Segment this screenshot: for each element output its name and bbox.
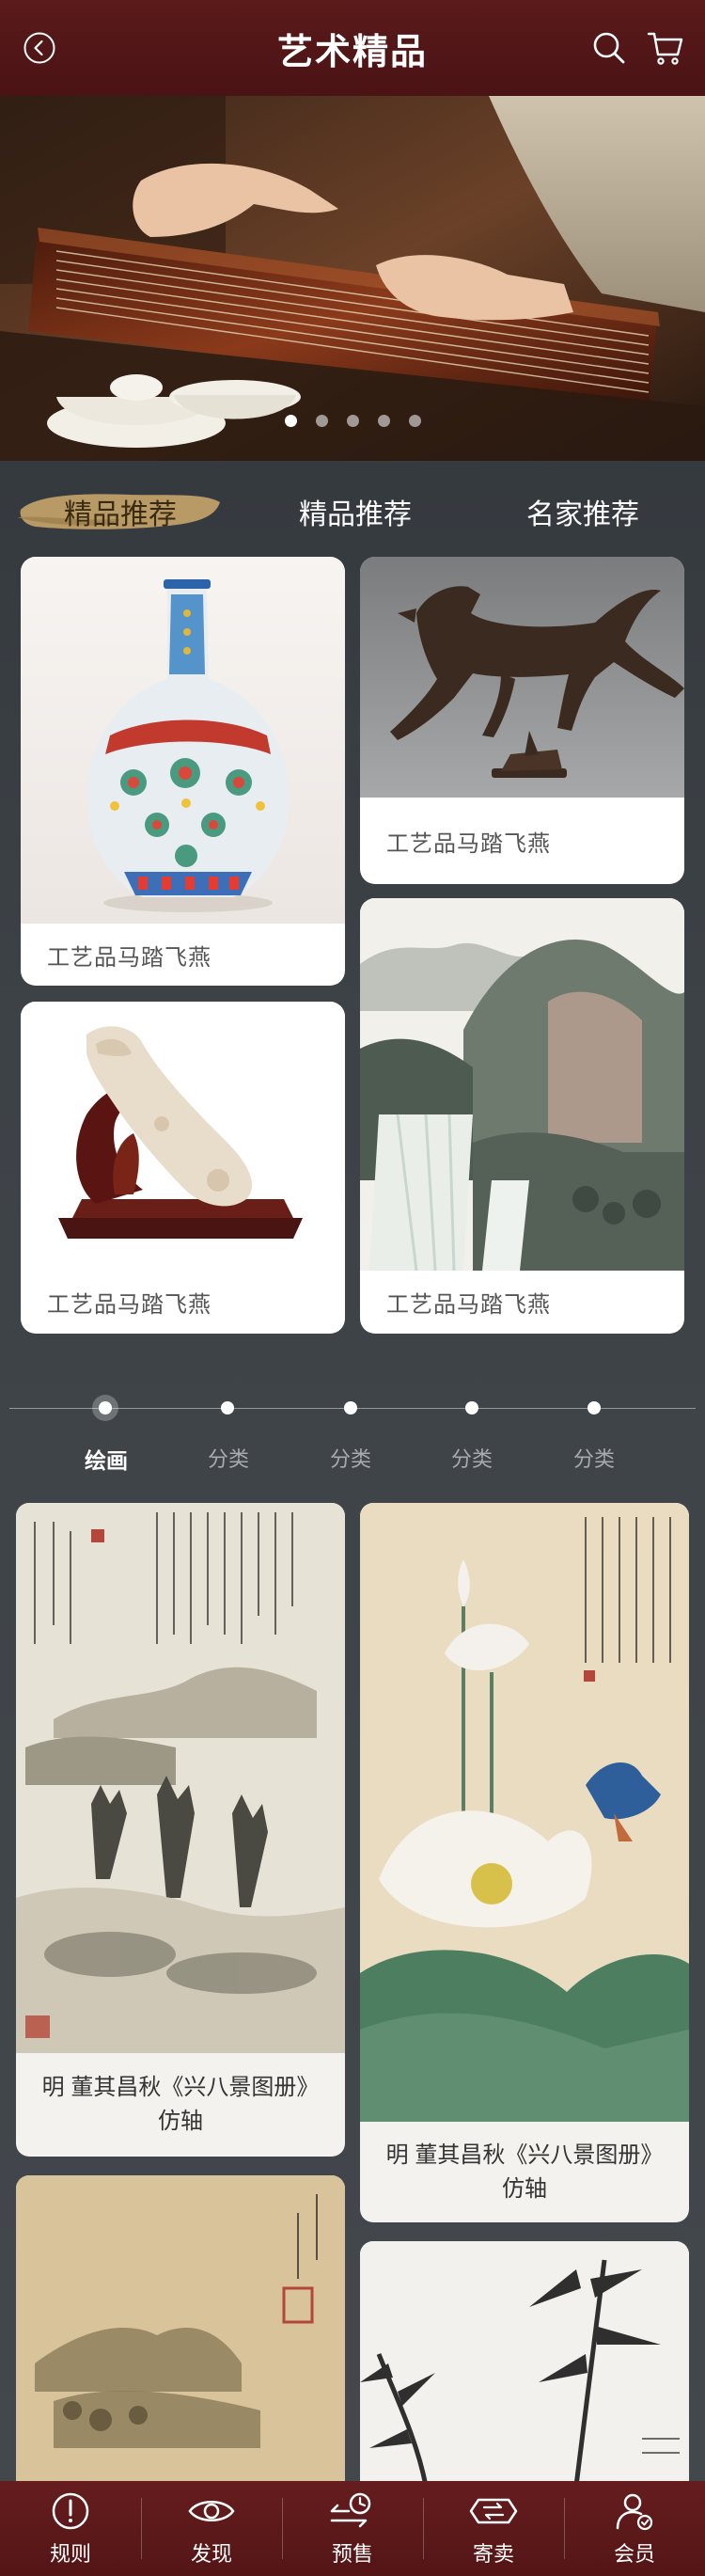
- category-tabs: 精品推荐 精品推荐 名家推荐: [0, 478, 705, 545]
- nav-label: 寄卖: [472, 2541, 514, 2566]
- landscape-painting-image: [360, 898, 684, 1272]
- presale-icon: [330, 2492, 371, 2527]
- timeline-node[interactable]: [465, 1401, 478, 1414]
- cart-button[interactable]: [643, 0, 688, 96]
- shopping-cart-icon: [647, 32, 683, 65]
- painting-caption: 明 董其昌秋《兴八景图册》仿轴: [385, 2141, 664, 2202]
- timeline-node[interactable]: [344, 1401, 357, 1414]
- back-arrow-icon: [24, 32, 55, 64]
- product-card[interactable]: 工艺品马踏飞燕: [21, 1002, 345, 1334]
- eye-icon: [188, 2500, 235, 2521]
- product-caption: 工艺品马踏飞燕: [386, 830, 551, 857]
- nav-item-presale[interactable]: 预售: [282, 2481, 423, 2576]
- tab-featured[interactable]: 精品推荐: [17, 478, 224, 545]
- bamboo-painting-image: [360, 2241, 689, 2486]
- pagination-dot[interactable]: [408, 415, 421, 427]
- search-button[interactable]: [587, 0, 632, 96]
- bronze-horse-image: [390, 586, 684, 778]
- timeline-label[interactable]: 分类: [304, 1443, 398, 1473]
- nav-item-consign[interactable]: 寄卖: [423, 2481, 564, 2576]
- pagination-dot[interactable]: [377, 415, 390, 427]
- product-card[interactable]: 工艺品马踏飞燕: [360, 557, 684, 884]
- painting-card[interactable]: 明 董其昌秋《兴八景图册》仿轴: [360, 1503, 689, 2222]
- product-card[interactable]: 工艺品马踏飞燕: [21, 557, 345, 986]
- product-card[interactable]: 工艺品马踏飞燕: [360, 898, 684, 1334]
- timeline-label-painting[interactable]: 绘画: [59, 1443, 153, 1475]
- tab-masters[interactable]: 名家推荐: [479, 478, 686, 545]
- top-bar: 艺术精品: [0, 0, 705, 96]
- autumn-mountain-painting-image: [16, 2175, 345, 2486]
- consign-icon: [469, 2498, 518, 2523]
- member-icon: [616, 2493, 653, 2530]
- bottom-navigation: 规则 发现 预售 寄卖 会员: [0, 2481, 705, 2576]
- timeline-node[interactable]: [221, 1401, 234, 1414]
- jade-ruyi-image: [58, 1026, 303, 1239]
- nav-item-rules[interactable]: 规则: [0, 2481, 141, 2576]
- search-icon: [593, 32, 625, 64]
- guqin-player-image: [0, 96, 705, 461]
- category-timeline: 绘画 分类 分类 分类 分类: [0, 1383, 705, 1495]
- porcelain-vase-image: [86, 579, 290, 912]
- product-caption: 工艺品马踏飞燕: [386, 1292, 551, 1318]
- timeline-label[interactable]: 分类: [181, 1443, 275, 1473]
- painting-card[interactable]: [360, 2241, 689, 2486]
- nav-label: 会员: [613, 2541, 655, 2566]
- back-button[interactable]: [19, 0, 60, 96]
- nav-item-discover[interactable]: 发现: [141, 2481, 282, 2576]
- rules-icon: [52, 2492, 89, 2529]
- nav-label: 预售: [331, 2541, 373, 2566]
- painting-caption: 明 董其昌秋《兴八景图册》仿轴: [41, 2075, 320, 2134]
- painting-card[interactable]: [16, 2175, 345, 2486]
- product-caption: 工艺品马踏飞燕: [47, 1291, 212, 1318]
- product-caption: 工艺品马踏飞燕: [47, 944, 212, 971]
- timeline-node-active[interactable]: [92, 1395, 118, 1421]
- timeline-label[interactable]: 分类: [425, 1443, 519, 1473]
- tab-featured-2[interactable]: 精品推荐: [252, 478, 459, 545]
- banner-pagination: [0, 415, 705, 427]
- lotus-kingfisher-painting-image: [360, 1503, 689, 2122]
- page-title: 艺术精品: [276, 32, 428, 72]
- pagination-dot[interactable]: [346, 415, 359, 427]
- pagination-dot[interactable]: [315, 415, 328, 427]
- pagination-dot[interactable]: [284, 415, 297, 427]
- nav-label: 规则: [49, 2541, 91, 2566]
- nav-item-member[interactable]: 会员: [564, 2481, 705, 2576]
- ink-landscape-painting-image: [16, 1503, 345, 2053]
- timeline-label[interactable]: 分类: [547, 1443, 641, 1473]
- hero-banner[interactable]: [0, 96, 705, 461]
- nav-label: 发现: [190, 2541, 232, 2566]
- timeline-node[interactable]: [588, 1401, 601, 1414]
- painting-card[interactable]: 明 董其昌秋《兴八景图册》仿轴: [16, 1503, 345, 2157]
